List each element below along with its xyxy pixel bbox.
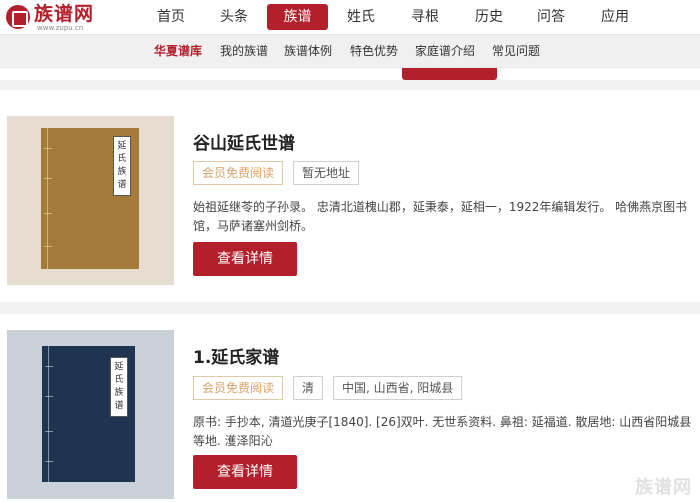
cover-char: 族	[117, 167, 127, 177]
member-free-tag: 会员免费阅读	[193, 161, 284, 185]
nav-item-home[interactable]: 首页	[140, 4, 202, 30]
subnav-item-my-genealogy[interactable]: 我的族谱	[220, 35, 268, 68]
nav-item-surnames[interactable]: 姓氏	[330, 4, 392, 30]
book-cover[interactable]: 延 氏 族 谱	[7, 330, 174, 499]
subnav-item-format[interactable]: 族谱体例	[284, 35, 332, 68]
result-title[interactable]: 1.延氏家谱	[193, 343, 279, 368]
binding-tick	[45, 396, 53, 397]
binding-tick	[44, 213, 52, 214]
top-bar: 族谱网 www.zupu.cn 首页 头条 族谱 姓氏 寻根 历史 问答 应用	[0, 0, 700, 34]
result-description: 始祖延继苓的子孙录。 忠清北道槐山郡，延秉泰，延相一，1922年编辑发行。 哈佛…	[193, 200, 688, 233]
result-title[interactable]: 谷山延氏世谱	[193, 129, 295, 154]
previous-card-bottom	[0, 68, 700, 80]
binding-tick	[45, 366, 53, 367]
previous-detail-button[interactable]	[402, 68, 497, 80]
site-watermark: 族谱网	[635, 477, 692, 498]
binding-tick	[45, 461, 53, 462]
nav-item-apps[interactable]: 应用	[584, 4, 646, 30]
nav-item-roots[interactable]: 寻根	[394, 4, 456, 30]
book-cover-art: 延 氏 族 谱	[41, 128, 139, 269]
sub-nav: 华夏谱库 我的族谱 族谱体例 特色优势 家庭谱介绍 常见问题	[0, 34, 700, 68]
cover-char: 延	[117, 141, 127, 151]
member-free-tag: 会员免费阅读	[193, 376, 284, 400]
book-cover-art: 延 氏 族 谱	[42, 346, 135, 482]
dynasty-tag: 清	[293, 376, 324, 400]
logo-url: www.zupu.cn	[37, 24, 84, 32]
subnav-item-library[interactable]: 华夏谱库	[154, 35, 202, 68]
cover-char: 族	[114, 388, 124, 398]
binding-tick	[44, 246, 52, 247]
logo-text: 族谱网	[34, 3, 95, 25]
binding-tick	[44, 148, 52, 149]
subnav-item-features[interactable]: 特色优势	[350, 35, 398, 68]
cover-char: 谱	[114, 401, 124, 411]
cover-char: 氏	[114, 375, 124, 385]
binding-tick	[45, 431, 53, 432]
subnav-item-family-intro[interactable]: 家庭谱介绍	[415, 35, 475, 68]
location-tag: 中国, 山西省, 阳城县	[333, 376, 463, 400]
binding-line	[47, 128, 48, 269]
binding-tick	[44, 178, 52, 179]
site-logo[interactable]: 族谱网 www.zupu.cn	[6, 3, 96, 33]
cover-title-label: 延 氏 族 谱	[110, 357, 128, 417]
view-details-button[interactable]: 查看详情	[193, 242, 297, 276]
book-cover[interactable]: 延 氏 族 谱	[7, 116, 174, 285]
nav-item-qa[interactable]: 问答	[520, 4, 582, 30]
location-tag: 暂无地址	[293, 161, 360, 185]
logo-icon	[6, 5, 30, 29]
cover-char: 延	[114, 362, 124, 372]
result-card: 延 氏 族 谱 1.延氏家谱 会员免费阅读 清 中国, 山西省, 阳城县 原书:…	[0, 314, 700, 503]
result-card: 延 氏 族 谱 谷山延氏世谱 会员免费阅读 暂无地址 始祖延继苓的子孙录。 忠清…	[0, 90, 700, 302]
view-details-button[interactable]: 查看详情	[193, 455, 297, 489]
result-description: 原书: 手抄本, 清道光庚子[1840]. [26]双叶. 无世系资料. 鼻祖:…	[193, 415, 692, 448]
subnav-item-faq[interactable]: 常见问题	[492, 35, 540, 68]
cover-title-label: 延 氏 族 谱	[113, 136, 131, 196]
nav-item-history[interactable]: 历史	[458, 4, 520, 30]
nav-item-headlines[interactable]: 头条	[203, 4, 265, 30]
cover-char: 谱	[117, 180, 127, 190]
cover-char: 氏	[117, 154, 127, 164]
nav-item-genealogy[interactable]: 族谱	[267, 4, 328, 30]
